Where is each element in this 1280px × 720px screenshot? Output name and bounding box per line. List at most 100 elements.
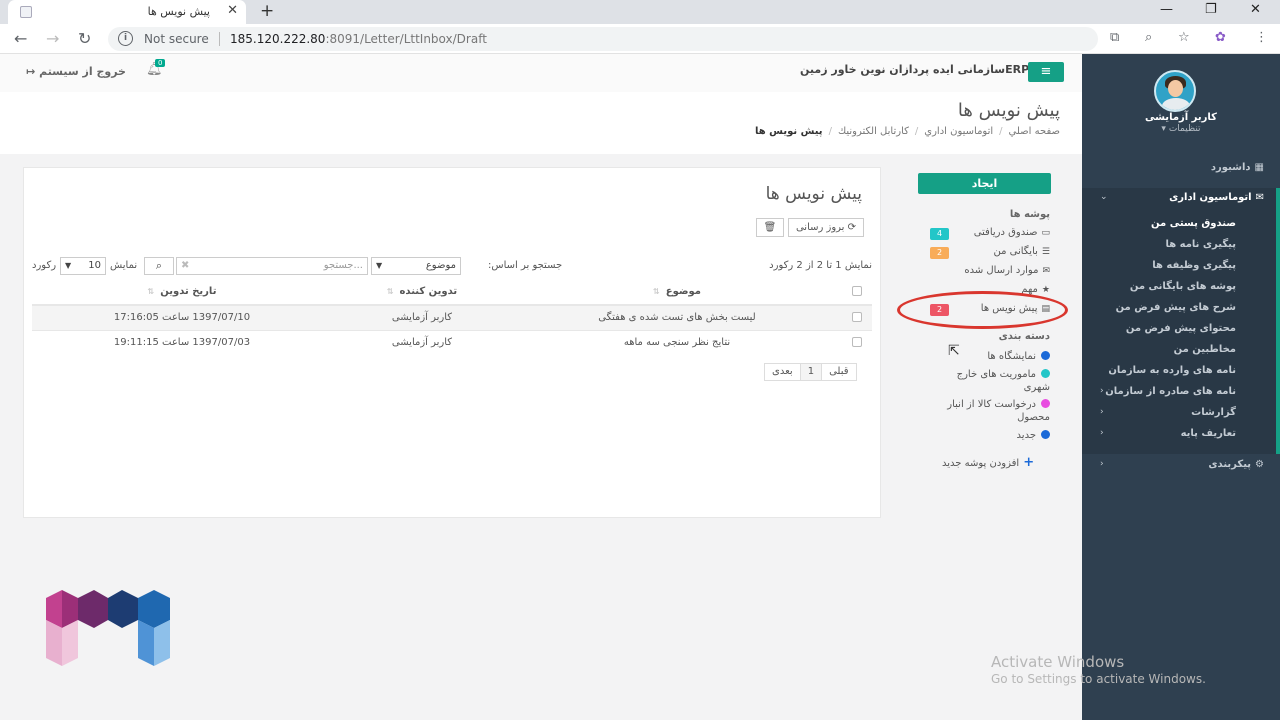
logout-link[interactable]: ↦ خروج از سیستم: [26, 65, 126, 78]
minimize-icon[interactable]: —: [1160, 2, 1173, 17]
plus-icon: +: [1023, 455, 1035, 470]
search-field-value: موضوع: [425, 260, 456, 271]
column-author[interactable]: تدوین کننده ⇅: [332, 279, 512, 306]
search-input[interactable]: ✖ جستجو...: [176, 257, 368, 275]
translate-icon[interactable]: ⧉: [1110, 30, 1119, 45]
user-settings-link[interactable]: تنظیمات ▾: [1082, 124, 1280, 134]
gear-icon: ⚙: [1255, 459, 1264, 470]
sidebar-sub-archive[interactable]: پوشه های بایگانی من: [1130, 281, 1236, 292]
folder-count-badge: 2: [930, 247, 949, 259]
row-checkbox-cell: [842, 329, 872, 355]
table-row[interactable]: نتایج نظر سنجی سه ماهه کاربر آزمایشی 139…: [32, 329, 872, 355]
date-cell: 1397/07/10 ساعت 17:16:05: [32, 304, 332, 330]
chevron-left-icon[interactable]: ‹: [1100, 407, 1104, 417]
author-cell: کاربر آزمایشی: [332, 329, 512, 355]
refresh-button[interactable]: ⟳ بروز رسانی: [788, 218, 864, 237]
sidebar-sub-base-defs[interactable]: تعاریف پایه: [1181, 428, 1236, 439]
category-color-dot: [1041, 369, 1050, 378]
sidebar-sub-reports[interactable]: گزارشات: [1191, 407, 1236, 418]
folder-archive[interactable]: ☰بایگانی من 2: [930, 246, 1050, 262]
sidebar-sub-mailbox[interactable]: صندوق پستی من: [1151, 218, 1236, 229]
page-size-select[interactable]: ▼ 10: [60, 257, 106, 275]
inbox-icon: ▭: [1041, 228, 1050, 238]
refresh-label: بروز رسانی: [795, 222, 845, 233]
category-item[interactable]: ماموریت های خارج شهری: [934, 368, 1050, 394]
page-1-button[interactable]: 1: [799, 363, 823, 381]
folder-label: موارد ارسال شده: [964, 265, 1039, 276]
sort-icon: ⇅: [386, 287, 394, 296]
back-icon[interactable]: ←: [14, 29, 27, 48]
restore-icon[interactable]: ❐: [1205, 2, 1217, 17]
column-date[interactable]: تاریخ تدوین ⇅: [32, 279, 332, 306]
column-subject[interactable]: موضوع ⇅: [512, 279, 842, 306]
trash-icon: 🗑︎: [763, 222, 777, 233]
menu-toggle-button[interactable]: ≡: [1028, 62, 1064, 82]
settings-label: تنظیمات: [1168, 124, 1201, 134]
bookmark-star-icon[interactable]: ☆: [1178, 30, 1190, 45]
app-header: ↦ خروج از سیستم 🔔︎ 0 ERPسازمانی ایده پرد…: [0, 54, 1082, 92]
extension-icon[interactable]: ✿: [1215, 30, 1226, 45]
sidebar-sub-tasks[interactable]: پیگیری وظیفه ها: [1152, 260, 1236, 271]
url-text[interactable]: 185.120.222.80:8091/Letter/LttInbox/Draf…: [230, 32, 487, 46]
logout-label: خروج از سیستم: [39, 65, 126, 78]
chevron-down-icon[interactable]: ⌄: [1100, 192, 1108, 202]
omnibox-divider: [219, 32, 220, 46]
delete-button[interactable]: 🗑︎: [756, 218, 784, 237]
row-checkbox[interactable]: [852, 312, 862, 323]
reload-icon[interactable]: ↻: [78, 29, 91, 48]
create-button[interactable]: ایجاد: [918, 173, 1051, 194]
prev-page-button[interactable]: قبلی: [821, 363, 857, 381]
new-tab-icon[interactable]: +: [260, 1, 274, 21]
sidebar-item-config[interactable]: ⚙پیکربندی: [1208, 459, 1264, 470]
chevron-left-icon[interactable]: ‹: [1100, 459, 1104, 469]
sidebar-sub-default-notes[interactable]: شرح های پیش فرض من: [1116, 302, 1236, 313]
url-host: 185.120.222.80: [230, 32, 326, 46]
breadcrumb-cartable[interactable]: كارتابل الكترونيك: [838, 126, 909, 137]
address-bar: ← → ↻ i Not secure 185.120.222.80:8091/L…: [0, 24, 1280, 54]
omnibox[interactable]: i Not secure 185.120.222.80:8091/Letter/…: [108, 27, 1098, 51]
search-field-select[interactable]: ▼ موضوع: [371, 257, 461, 275]
categories-header: دسته بندی: [998, 331, 1050, 342]
sidebar-sub-incoming[interactable]: نامه های وارده به سازمان: [1108, 365, 1236, 376]
drafts-table: موضوع ⇅ تدوین کننده ⇅ تاریخ تدوین ⇅ لیست بخ…: [32, 279, 872, 355]
category-item[interactable]: درخواست کالا از انبار محصول: [934, 398, 1050, 424]
clear-icon[interactable]: ✖: [181, 258, 189, 274]
info-icon[interactable]: i: [118, 31, 133, 46]
subject-cell[interactable]: لیست بخش های تست شده ی هفتگی: [512, 304, 842, 330]
subject-cell[interactable]: نتایج نظر سنجی سه ماهه: [512, 329, 842, 355]
sidebar-sub-letters[interactable]: پیگیری نامه ها: [1165, 239, 1236, 250]
avatar[interactable]: [1154, 70, 1196, 112]
url-path: :8091/Letter/LttInbox/Draft: [325, 32, 487, 46]
activation-watermark-text: Go to Settings to activate Windows.: [991, 672, 1206, 686]
window-close-icon[interactable]: ✕: [1250, 2, 1261, 17]
browser-menu-icon[interactable]: ⋮: [1255, 30, 1268, 45]
sidebar-sub-contacts[interactable]: مخاطبین من: [1174, 344, 1236, 355]
date-cell: 1397/07/03 ساعت 19:11:15: [32, 329, 332, 355]
zoom-icon[interactable]: ⌕: [1145, 30, 1152, 45]
chevron-left-icon[interactable]: ‹: [1100, 428, 1104, 438]
sidebar-item-dashboard[interactable]: ▦داشبورد: [1211, 162, 1264, 173]
select-all-checkbox[interactable]: [852, 286, 862, 296]
search-button[interactable]: ⌕: [144, 257, 174, 275]
sidebar-sub-outgoing[interactable]: نامه های صادره از سازمان: [1105, 386, 1236, 397]
table-row[interactable]: لیست بخش های تست شده ی هفتگی کاربر آزمای…: [32, 304, 872, 330]
folder-inbox[interactable]: ▭صندوق دریافتی 4: [930, 227, 1050, 243]
folder-sent[interactable]: ✉موارد ارسال شده: [930, 265, 1050, 281]
sidebar-item-automation[interactable]: ✉اتوماسیون اداری: [1169, 192, 1264, 203]
category-label: ماموریت های خارج شهری: [956, 369, 1050, 393]
breadcrumb-home[interactable]: صفحه اصلي: [1009, 126, 1060, 137]
next-page-button[interactable]: بعدی: [764, 363, 801, 381]
forward-icon[interactable]: →: [46, 29, 59, 48]
category-item[interactable]: جدید: [934, 429, 1050, 442]
avatar-body: [1162, 98, 1190, 110]
dashboard-icon: ▦: [1254, 162, 1264, 173]
close-icon[interactable]: ✕: [227, 3, 238, 18]
sidebar-sub-default-content[interactable]: محتوای پیش فرض من: [1126, 323, 1236, 334]
add-folder-link[interactable]: +افزودن پوشه جدید: [942, 455, 1034, 470]
row-checkbox[interactable]: [852, 337, 862, 348]
breadcrumb-automation[interactable]: اتوماسيون اداري: [924, 126, 993, 137]
chevron-left-icon[interactable]: ‹: [1100, 386, 1104, 396]
sidebar-item-label: داشبورد: [1210, 162, 1251, 173]
browser-tab[interactable]: پیش نویس ها ✕: [8, 0, 246, 24]
table-header-row: موضوع ⇅ تدوین کننده ⇅ تاریخ تدوین ⇅: [32, 279, 872, 306]
